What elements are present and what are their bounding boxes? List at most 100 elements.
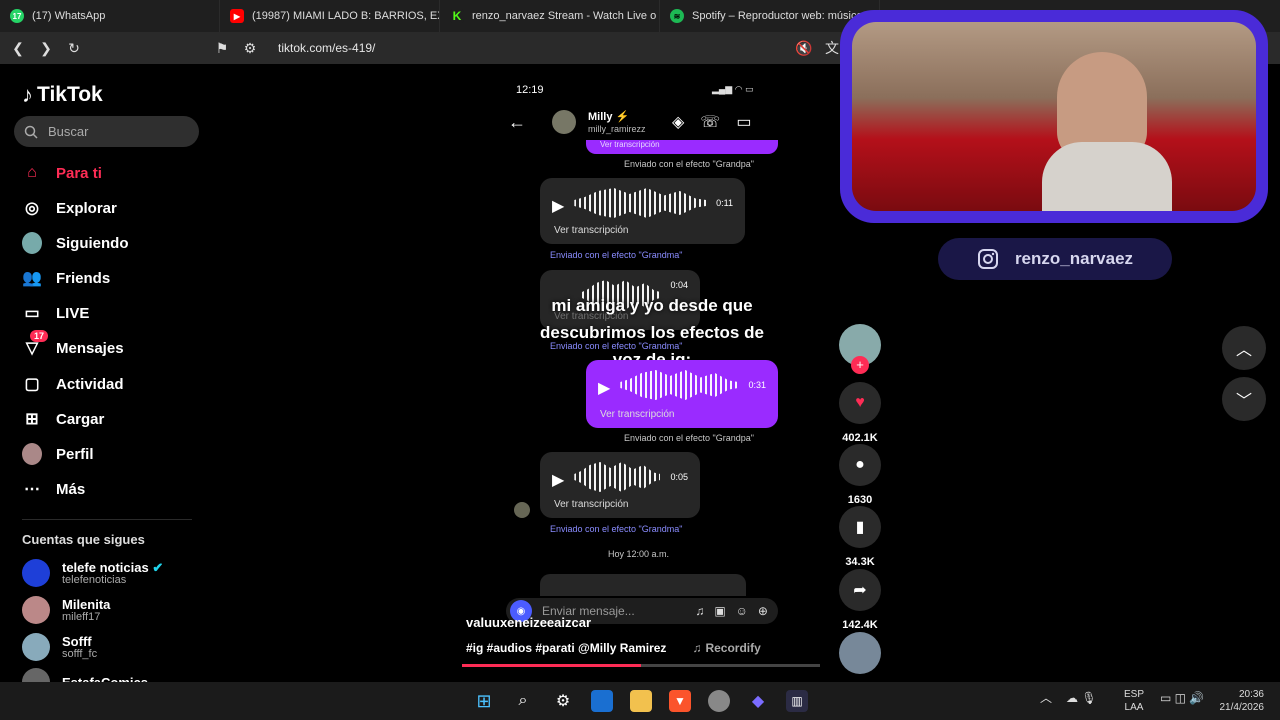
brave-browser-icon[interactable]: ▼ — [669, 690, 691, 712]
sidebar-item-mensajes[interactable]: ▽ 17 Mensajes — [22, 330, 124, 363]
sidebar-item-live[interactable]: ▭ LIVE — [22, 298, 89, 328]
phone-time: 12:19 — [516, 84, 544, 96]
share-button[interactable]: ➦ 142.4K — [838, 569, 882, 631]
live-icon: ▭ — [24, 305, 40, 322]
chat-avatar — [552, 110, 576, 134]
browser-tab[interactable]: 17 (17) WhatsApp — [0, 0, 220, 32]
waveform — [574, 188, 707, 218]
search-input[interactable]: Buscar — [14, 116, 199, 147]
compose-icons: ♫▣☺⊕ — [695, 604, 778, 618]
windows-start-icon[interactable]: ⊞ — [473, 690, 495, 712]
video-player[interactable]: 12:19 ▂▄▆ ◠ ▭ ← Milly ⚡ milly_ramirezz ◈… — [462, 70, 822, 670]
tiktok-logo[interactable]: ♪ TikTok — [22, 82, 103, 108]
music-row[interactable]: ♫ Recordify — [692, 641, 760, 655]
back-icon[interactable]: ❮ — [8, 38, 28, 58]
browser-tab[interactable]: K renzo_narvaez Stream - Watch Live o — [440, 0, 660, 32]
divider — [22, 519, 192, 520]
chat-name: Milly ⚡ — [588, 111, 630, 123]
sidebar-item-label: Cargar — [56, 410, 105, 428]
account-handle: telefenoticias — [62, 573, 127, 586]
comment-button[interactable]: ● 1630 — [838, 444, 882, 506]
kick-icon: K — [450, 9, 464, 23]
author-avatar-button[interactable]: + — [838, 324, 882, 374]
voice-message: ▶ 0:11 Ver transcripción — [540, 178, 745, 244]
play-icon: ▶ — [552, 472, 565, 489]
bookmark-icon[interactable]: ⚑ — [212, 38, 232, 58]
sidebar-item-label: Para ti — [56, 164, 102, 182]
address-bar[interactable]: tiktok.com/es-419/ — [278, 41, 375, 55]
voice-duration: 0:04 — [670, 280, 688, 290]
video-progress-bar[interactable] — [462, 664, 820, 667]
followed-account[interactable]: Milenita mileff17 — [22, 596, 110, 624]
effect-label: Enviado con el efecto "Grandpa" — [624, 433, 754, 443]
next-video-button[interactable]: ﹀ — [1222, 377, 1266, 421]
streaming-app-icon[interactable]: ▥ — [786, 690, 808, 712]
layers-app-icon[interactable]: ◆ — [747, 690, 769, 712]
avatar — [22, 633, 50, 661]
sidebar-item-perfil[interactable]: Perfil — [22, 439, 94, 469]
effect-label: Enviado con el efecto "Grandma" — [550, 250, 683, 260]
partial-voice-message — [540, 574, 746, 596]
sidebar-item-friends[interactable]: 👥 Friends — [22, 263, 110, 293]
clock[interactable]: 20:36 21/4/2026 — [1210, 688, 1265, 714]
sidebar-item-siguiendo[interactable]: Siguiendo — [22, 228, 129, 258]
settings-icon[interactable]: ⚙ — [552, 690, 574, 712]
like-button[interactable]: ♥ 402.1K — [838, 382, 882, 444]
mute-icon[interactable]: 🔇 — [794, 38, 814, 58]
network-volume-icons[interactable]: ▭ ◫ 🔊 — [1160, 692, 1204, 705]
tab-label: (17) WhatsApp — [32, 10, 106, 22]
webcam-overlay — [840, 10, 1268, 223]
search-icon — [24, 125, 38, 139]
music-disc-button[interactable] — [838, 632, 882, 674]
previous-video-button[interactable]: ︿ — [1222, 326, 1266, 370]
video-description[interactable]: #ig #audios #parati @Milly Ramirez — [466, 641, 666, 655]
account-name: Milenita — [62, 596, 111, 612]
sidebar-item-label: Más — [56, 480, 86, 498]
music-name: Recordify — [705, 641, 761, 655]
sidebar-item-cargar[interactable]: ⊞ Cargar — [22, 404, 104, 434]
bookmark-icon: ▮ — [839, 506, 881, 548]
chat-call-icons: ◈☏▭ — [672, 114, 768, 131]
following-title: Cuentas que sigues — [22, 532, 145, 547]
youtube-icon: ▶ — [230, 9, 244, 23]
video-progress-fill — [462, 664, 641, 667]
chat-back-icon: ← — [508, 112, 526, 132]
sidebar-item-actividad[interactable]: ▢ Actividad — [22, 369, 123, 399]
save-button[interactable]: ▮ 34.3K — [838, 506, 882, 568]
chevron-up-icon: ︿ — [1235, 342, 1252, 359]
comment-icon: ● — [839, 444, 881, 486]
account-handle: mileff17 — [62, 610, 101, 623]
forward-icon[interactable]: ❯ — [36, 38, 56, 58]
home-icon: ⌂ — [27, 164, 37, 181]
language-indicator[interactable]: ESP LAA — [1124, 688, 1144, 714]
video-author[interactable]: valuuxeneizeeaizcar — [466, 615, 591, 630]
followed-account[interactable]: Sofff sofff_fc — [22, 633, 97, 661]
logo-text: TikTok — [37, 83, 103, 106]
sidebar-item-mas[interactable]: ⋯ Más — [22, 474, 85, 504]
sidebar-item-label: Friends — [56, 269, 111, 287]
sidebar-item-explorar[interactable]: ◎ Explorar — [22, 193, 117, 223]
reload-icon[interactable]: ↻ — [64, 38, 84, 58]
account-handle: sofff_fc — [62, 647, 98, 660]
follow-plus-icon[interactable]: + — [851, 356, 869, 374]
comment-count: 1630 — [847, 494, 873, 506]
waveform — [574, 462, 661, 492]
tray-icons[interactable]: ☁ 🎙 — [1066, 692, 1097, 705]
app-icon[interactable] — [708, 690, 730, 712]
transcript-link: Ver transcripción — [554, 225, 629, 236]
account-name: Sofff — [62, 633, 92, 649]
sidebar-item-label: Perfil — [56, 445, 94, 463]
more-icon: ⋯ — [24, 481, 40, 498]
tab-label: (19987) MIAMI LADO B: BARRIOS, EX — [252, 10, 440, 22]
store-icon[interactable] — [591, 690, 613, 712]
sidebar-item-para-ti[interactable]: ⌂ Para ti — [22, 158, 102, 188]
browser-tab[interactable]: ▶ (19987) MIAMI LADO B: BARRIOS, EX — [220, 0, 440, 32]
translate-icon[interactable]: 文 — [822, 38, 842, 58]
messages-badge: 17 — [30, 330, 49, 342]
file-explorer-icon[interactable] — [630, 690, 652, 712]
tray-chevron-icon[interactable]: ︿ — [1040, 692, 1052, 705]
sender-avatar — [514, 502, 530, 518]
search-icon[interactable]: ⌕ — [512, 690, 534, 712]
followed-account[interactable]: telefe noticias ✔ telefenoticias — [22, 559, 163, 587]
site-settings-icon[interactable]: ⚙ — [240, 38, 260, 58]
